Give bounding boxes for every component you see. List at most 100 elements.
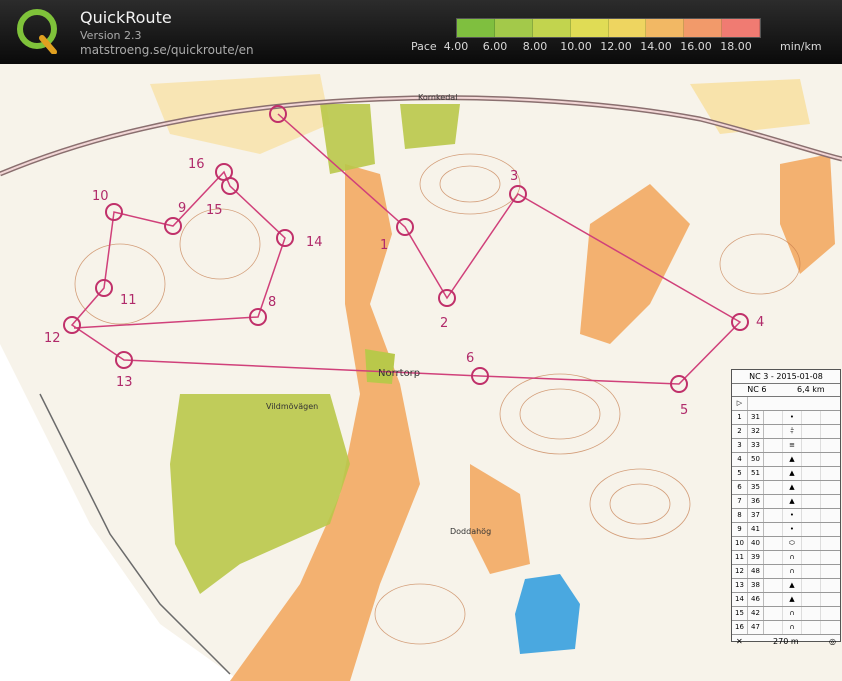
description-row: 10 40 ⬭ bbox=[732, 537, 840, 551]
feature-symbol: ∩ bbox=[783, 551, 802, 564]
feature-symbol: ⬭ bbox=[783, 537, 802, 550]
description-course-row: NC 6 6,4 km bbox=[732, 384, 840, 397]
control-number: 11 bbox=[120, 293, 137, 308]
control-seq: 1 bbox=[732, 411, 748, 424]
description-row: 14 46 ▲ bbox=[732, 593, 840, 607]
control-seq: 11 bbox=[732, 551, 748, 564]
description-row: 2 32 ⫩ bbox=[732, 425, 840, 439]
control-number: 15 bbox=[206, 203, 223, 218]
feature-symbol: ▲ bbox=[783, 467, 802, 480]
control-code: 32 bbox=[748, 425, 764, 438]
app-header: QuickRoute Version 2.3 matstroeng.se/qui… bbox=[0, 0, 842, 64]
control-seq: 5 bbox=[732, 467, 748, 480]
control-number: 14 bbox=[306, 235, 323, 250]
description-row: 9 41 • bbox=[732, 523, 840, 537]
start-triangle-icon: ▷ bbox=[732, 397, 748, 410]
finish-circle-icon: ◎ bbox=[829, 637, 836, 646]
description-row: 7 36 ▲ bbox=[732, 495, 840, 509]
control-number: 4 bbox=[756, 315, 764, 330]
control-number: 6 bbox=[466, 351, 474, 366]
place-label: Norrtorp bbox=[378, 368, 420, 379]
pace-tick: 14.00 bbox=[640, 40, 672, 53]
control-code: 38 bbox=[748, 579, 764, 592]
feature-symbol: ▲ bbox=[783, 579, 802, 592]
app-url[interactable]: matstroeng.se/quickroute/en bbox=[80, 43, 254, 57]
place-label: Vildmövägen bbox=[266, 402, 318, 411]
control-number: 8 bbox=[268, 295, 276, 310]
control-code: 36 bbox=[748, 495, 764, 508]
pace-tick: 10.00 bbox=[560, 40, 592, 53]
control-code: 48 bbox=[748, 565, 764, 578]
control-number: 5 bbox=[680, 403, 688, 418]
description-row: 16 47 ∩ bbox=[732, 621, 840, 635]
feature-symbol: • bbox=[783, 509, 802, 522]
description-row: 8 37 • bbox=[732, 509, 840, 523]
finish-icon: ✕ bbox=[736, 637, 743, 646]
control-seq: 8 bbox=[732, 509, 748, 522]
feature-symbol: ≡ bbox=[783, 439, 802, 452]
orienteering-map[interactable]: 1 2 3 4 5 6 8 9 10 11 12 13 14 15 16 Kor… bbox=[0, 64, 842, 681]
quickroute-logo-icon bbox=[17, 9, 57, 54]
pace-tick: 6.00 bbox=[482, 40, 508, 53]
feature-symbol: ∩ bbox=[783, 607, 802, 620]
feature-symbol: • bbox=[783, 411, 802, 424]
control-number: 12 bbox=[44, 331, 61, 346]
description-row: 3 33 ≡ bbox=[732, 439, 840, 453]
description-row: 5 51 ▲ bbox=[732, 467, 840, 481]
control-number: 16 bbox=[188, 157, 205, 172]
course-name: NC 6 bbox=[747, 385, 767, 394]
pace-scale-segment bbox=[457, 19, 495, 37]
control-number: 9 bbox=[178, 201, 186, 216]
app-version: Version 2.3 bbox=[80, 29, 142, 42]
description-row: 15 42 ∩ bbox=[732, 607, 840, 621]
description-row: 12 48 ∩ bbox=[732, 565, 840, 579]
control-number: 3 bbox=[510, 169, 518, 184]
pace-label: Pace bbox=[411, 40, 437, 53]
place-label: Kornkedal bbox=[418, 93, 457, 102]
pace-color-scale bbox=[456, 18, 761, 38]
description-row: 11 39 ∩ bbox=[732, 551, 840, 565]
feature-symbol: ▲ bbox=[783, 593, 802, 606]
description-row: 1 31 • bbox=[732, 411, 840, 425]
control-seq: 3 bbox=[732, 439, 748, 452]
pace-tick: 8.00 bbox=[522, 40, 548, 53]
feature-symbol: ▲ bbox=[783, 481, 802, 494]
pace-scale-segment bbox=[570, 19, 609, 37]
pace-tick: 4.00 bbox=[443, 40, 469, 53]
control-code: 50 bbox=[748, 453, 764, 466]
place-label: Doddahög bbox=[450, 527, 491, 536]
pace-scale-segment bbox=[494, 19, 533, 37]
control-seq: 13 bbox=[732, 579, 748, 592]
control-code: 33 bbox=[748, 439, 764, 452]
control-code: 41 bbox=[748, 523, 764, 536]
pace-scale-segment bbox=[608, 19, 647, 37]
control-description-sheet: NC 3 - 2015-01-08 NC 6 6,4 km ▷ 1 31 • 2 32 ⫩… bbox=[731, 369, 841, 646]
control-code: 37 bbox=[748, 509, 764, 522]
pace-scale-segment bbox=[532, 19, 571, 37]
pace-tick: 12.00 bbox=[600, 40, 632, 53]
description-row: 6 35 ▲ bbox=[732, 481, 840, 495]
control-code: 31 bbox=[748, 411, 764, 424]
pace-tick: 18.00 bbox=[720, 40, 752, 53]
control-code: 35 bbox=[748, 481, 764, 494]
description-row: 4 50 ▲ bbox=[732, 453, 840, 467]
finish-distance: 270 m bbox=[773, 637, 799, 646]
description-row: 13 38 ▲ bbox=[732, 579, 840, 593]
control-code: 39 bbox=[748, 551, 764, 564]
control-number: 2 bbox=[440, 316, 448, 331]
course-distance: 6,4 km bbox=[797, 385, 825, 394]
control-seq: 4 bbox=[732, 453, 748, 466]
control-seq: 12 bbox=[732, 565, 748, 578]
control-seq: 9 bbox=[732, 523, 748, 536]
control-code: 42 bbox=[748, 607, 764, 620]
control-seq: 2 bbox=[732, 425, 748, 438]
feature-symbol: ∩ bbox=[783, 621, 802, 634]
pace-tick: 16.00 bbox=[680, 40, 712, 53]
pace-scale-segment bbox=[722, 19, 760, 37]
start-row: ▷ bbox=[732, 397, 840, 411]
control-number: 10 bbox=[92, 189, 109, 204]
control-seq: 15 bbox=[732, 607, 748, 620]
settlement-area bbox=[400, 104, 460, 149]
control-seq: 10 bbox=[732, 537, 748, 550]
control-seq: 7 bbox=[732, 495, 748, 508]
